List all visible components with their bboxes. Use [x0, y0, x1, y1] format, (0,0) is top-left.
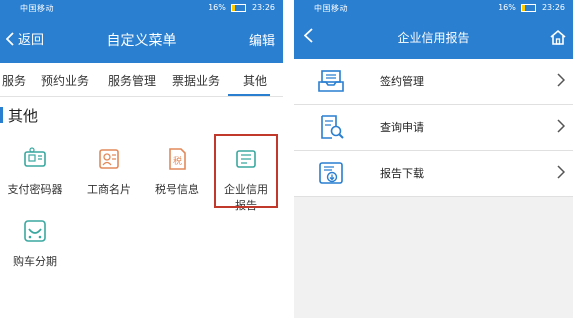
section-title: 其他	[8, 107, 39, 125]
list-item-label: 查询申请	[380, 121, 424, 134]
carrier-label: 中国移动	[20, 4, 54, 13]
grid-item-label: 工商名片	[87, 183, 131, 196]
chevron-right-icon	[557, 165, 565, 179]
home-icon	[550, 29, 566, 45]
active-tab-indicator	[228, 94, 270, 96]
grid-item-business-card[interactable]: 工商名片	[78, 144, 140, 197]
list-item-contract-management[interactable]: 签约管理	[294, 59, 573, 105]
contract-tray-icon	[318, 70, 344, 92]
credit-report-screen: 中国移动 16% 23:26 企业信用报告 签约管理 查询申请 报告下载	[294, 0, 573, 318]
status-bar: 中国移动 16% 23:26	[294, 0, 573, 17]
grid-item-label: 购车分期	[13, 255, 57, 268]
svg-text:税: 税	[173, 155, 182, 167]
page-title: 自定义菜单	[106, 33, 177, 49]
tax-id-icon: 税	[169, 148, 186, 170]
grid-item-car-installment[interactable]: 购车分期	[4, 216, 66, 269]
clock: 23:26	[541, 3, 565, 12]
battery-percent: 16%	[498, 3, 516, 12]
status-bar: 中国移动 16% 23:26	[0, 0, 283, 17]
car-installment-icon	[24, 220, 46, 242]
tab-service[interactable]: 服务	[2, 72, 26, 89]
payment-password-device-icon	[24, 147, 46, 167]
grid-item-tax-id[interactable]: 税 税号信息	[146, 144, 208, 197]
list-item-label: 报告下载	[380, 167, 424, 180]
grid-item-payment-password[interactable]: 支付密码器	[4, 144, 66, 197]
edit-button[interactable]: 编辑	[249, 30, 275, 49]
chevron-right-icon	[557, 73, 565, 87]
list-item-query-application[interactable]: 查询申请	[294, 105, 573, 151]
grid-item-label: 税号信息	[155, 183, 199, 196]
tab-service-management[interactable]: 服务管理	[108, 72, 156, 89]
selected-item-highlight	[214, 134, 278, 208]
business-card-icon	[99, 149, 119, 169]
carrier-label: 中国移动	[314, 4, 348, 13]
grid-item-label: 支付密码器	[7, 183, 63, 196]
custom-menu-screen: 中国移动 16% 23:26 返回 自定义菜单 编辑 服务 预约业务 服务管理 …	[0, 0, 283, 318]
clock: 23:26	[251, 3, 275, 12]
battery-icon	[231, 3, 247, 12]
nav-bar: 企业信用报告	[294, 17, 573, 59]
page-title: 企业信用报告	[397, 31, 470, 45]
section-marker	[0, 107, 3, 123]
chevron-right-icon	[557, 119, 565, 133]
category-tabs: 服务 预约业务 服务管理 票据业务 其他	[0, 63, 283, 97]
tab-bill-business[interactable]: 票据业务	[172, 72, 220, 89]
list-item-report-download[interactable]: 报告下载	[294, 151, 573, 197]
tab-appointment[interactable]: 预约业务	[41, 72, 89, 89]
battery-icon	[521, 3, 537, 12]
home-button[interactable]	[549, 29, 567, 50]
tab-other[interactable]: 其他	[243, 72, 267, 89]
document-search-icon	[321, 115, 344, 139]
nav-bar: 返回 自定义菜单 编辑	[0, 17, 283, 63]
status-right: 16% 23:26	[498, 3, 565, 12]
download-report-icon	[319, 162, 343, 184]
status-right: 16% 23:26	[208, 3, 275, 12]
menu-list: 签约管理 查询申请 报告下载	[294, 59, 573, 197]
battery-percent: 16%	[208, 3, 226, 12]
list-item-label: 签约管理	[380, 75, 424, 88]
